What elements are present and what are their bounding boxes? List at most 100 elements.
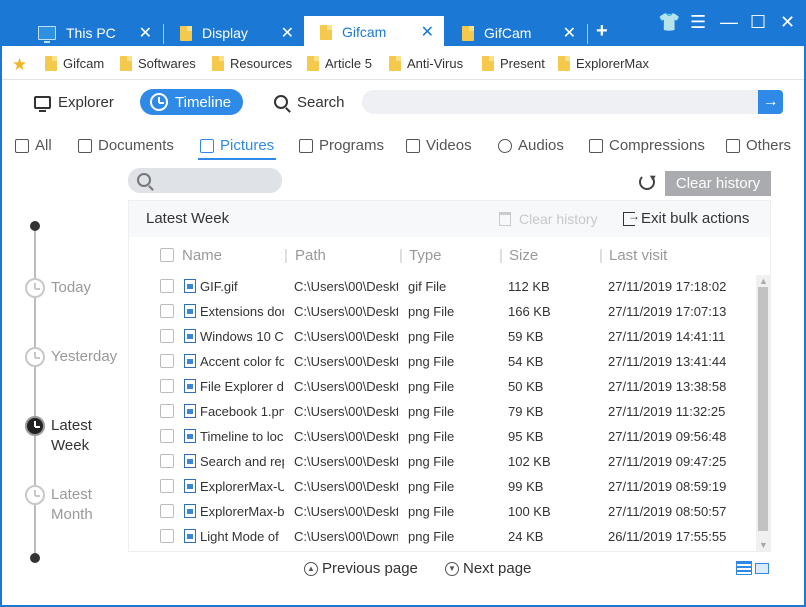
previous-page-button[interactable]: ▲ Previous page [304, 560, 418, 577]
tab-audios[interactable]: Audios [498, 137, 564, 154]
row-checkbox[interactable] [160, 479, 174, 493]
table-row[interactable]: Accent color for C:\Users\00\Desktop png F… [129, 348, 755, 373]
refresh-icon[interactable] [639, 174, 655, 190]
scroll-up-icon[interactable]: ▲ [759, 276, 768, 286]
cell-type: png File [408, 429, 455, 444]
cell-size: 95 KB [508, 429, 544, 444]
tab-programs[interactable]: Programs [299, 137, 384, 154]
search-input[interactable] [362, 90, 758, 114]
row-checkbox[interactable] [160, 529, 174, 543]
close-window-icon[interactable]: ✕ [780, 12, 795, 33]
scroll-thumb[interactable] [758, 287, 768, 531]
scroll-down-icon[interactable]: ▼ [759, 540, 768, 550]
timeline-label-yesterday[interactable]: Yesterday [51, 347, 121, 367]
cell-name: Accent color for [200, 354, 284, 369]
row-checkbox[interactable] [160, 429, 174, 443]
bookmark-anti-virus[interactable]: Anti-Virus [389, 56, 463, 71]
column-size[interactable]: Size [509, 247, 538, 264]
panel-clear-history-button[interactable]: Clear history [519, 211, 598, 227]
cell-last-visit: 26/11/2019 17:55:55 [608, 529, 727, 544]
table-row[interactable]: Search and replace C:\Users\00\Desktop png… [129, 448, 755, 473]
search-mode-button[interactable]: Search [274, 89, 345, 115]
clock-icon [150, 93, 168, 111]
menu-icon[interactable]: ☰ [690, 12, 706, 33]
timeline-label-latest-month[interactable]: Latest Month [51, 485, 121, 525]
timeline-node-today[interactable] [25, 278, 45, 298]
timeline-node-yesterday[interactable] [25, 347, 45, 367]
timeline-label-latest-week[interactable]: Latest Week [51, 416, 121, 456]
thumbnail-view-icon[interactable] [755, 563, 769, 574]
tab-others[interactable]: Others [726, 137, 791, 154]
timeline-mode-button[interactable]: Timeline [140, 89, 244, 115]
timeline-node-latest-week[interactable] [25, 416, 45, 436]
image-file-icon [184, 304, 196, 318]
exit-bulk-actions-button[interactable]: Exit bulk actions [641, 210, 749, 227]
next-page-button[interactable]: ▼ Next page [445, 560, 531, 577]
row-checkbox[interactable] [160, 454, 174, 468]
bookmark-softwares[interactable]: Softwares [120, 56, 196, 71]
select-all-checkbox[interactable] [160, 248, 174, 262]
table-row[interactable]: ExplorerMax-bulk C:\Users\00\Desktop png F… [129, 498, 755, 523]
table-row[interactable]: Light Mode of C:\Users\00\Downloads png Fi… [129, 523, 755, 548]
row-checkbox[interactable] [160, 354, 174, 368]
cell-name: ExplorerMax-UI [200, 479, 284, 494]
bookmark-resources[interactable]: Resources [212, 56, 292, 71]
filter-search-input[interactable] [128, 168, 282, 193]
shirt-icon[interactable]: 👕 [658, 12, 680, 33]
row-checkbox[interactable] [160, 404, 174, 418]
explorer-mode-button[interactable]: Explorer [34, 89, 114, 115]
bookmark-explorermax[interactable]: ExplorerMax [558, 56, 649, 71]
row-checkbox[interactable] [160, 379, 174, 393]
timeline-label-today[interactable]: Today [51, 278, 121, 298]
row-checkbox[interactable] [160, 304, 174, 318]
results-panel: Latest Week Clear history Exit bulk acti… [128, 200, 771, 552]
table-row[interactable]: ExplorerMax-UI C:\Users\00\Desktop png Fil… [129, 473, 755, 498]
column-divider: | [284, 247, 288, 264]
star-icon[interactable]: ★ [12, 55, 27, 75]
close-icon[interactable]: ✕ [563, 23, 576, 43]
close-icon[interactable]: ✕ [281, 23, 294, 43]
close-icon[interactable]: ✕ [421, 22, 434, 42]
tab-display[interactable]: Display ✕ [164, 18, 304, 48]
cell-last-visit: 27/11/2019 11:32:25 [608, 404, 726, 419]
bookmark-present[interactable]: Present [482, 56, 545, 71]
tab-documents[interactable]: Documents [78, 137, 174, 154]
bookmark-gifcam[interactable]: Gifcam [45, 56, 104, 71]
column-name[interactable]: Name [182, 247, 222, 264]
row-checkbox[interactable] [160, 279, 174, 293]
image-file-icon [184, 529, 196, 543]
panel-header: Latest Week Clear history Exit bulk acti… [129, 201, 770, 237]
table-row[interactable]: Extensions dont show C:\Users\00\Desktop p… [129, 298, 755, 323]
bookmark-label: Gifcam [63, 56, 105, 71]
clear-history-button[interactable]: Clear history [665, 171, 771, 196]
column-last-visit[interactable]: Last visit [609, 247, 667, 264]
column-type[interactable]: Type [409, 247, 442, 264]
scrollbar[interactable]: ▲ ▼ [756, 275, 770, 551]
tab-videos[interactable]: Videos [406, 137, 472, 154]
search-go-button[interactable]: → [758, 90, 783, 114]
tab-pictures[interactable]: Pictures [200, 137, 274, 154]
table-row[interactable]: GIF.gif C:\Users\00\Desktop gif File 112 KB… [129, 273, 755, 298]
tab-gifcam-active[interactable]: Gifcam ✕ [304, 16, 444, 48]
bookmark-label: Softwares [138, 56, 196, 71]
list-view-icon[interactable] [736, 561, 752, 575]
table-row[interactable]: File Explorer dark C:\Users\00\Desktop png… [129, 373, 755, 398]
bookmark-article-5[interactable]: Article 5 [307, 56, 372, 71]
tab-label: All [35, 137, 52, 154]
cell-name: Search and replace [200, 454, 284, 469]
close-icon[interactable]: ✕ [139, 23, 152, 43]
maximize-icon[interactable]: ☐ [750, 12, 766, 33]
add-tab-button[interactable]: + [596, 20, 608, 43]
table-row[interactable]: Timeline to locate C:\Users\00\Desktop png… [129, 423, 755, 448]
tab-this-pc[interactable]: This PC ✕ [22, 18, 162, 48]
row-checkbox[interactable] [160, 504, 174, 518]
table-row[interactable]: Facebook 1.png C:\Users\00\Desktop png Fil… [129, 398, 755, 423]
tab-gifcam-2[interactable]: GifCam ✕ [446, 18, 586, 48]
tab-all[interactable]: All [15, 137, 52, 154]
tab-compressions[interactable]: Compressions [589, 137, 705, 154]
row-checkbox[interactable] [160, 329, 174, 343]
timeline-node-latest-month[interactable] [25, 485, 45, 505]
table-row[interactable]: Windows 10 Crashing C:\Users\00\Desktop pn… [129, 323, 755, 348]
column-path[interactable]: Path [295, 247, 326, 264]
minimize-icon[interactable]: — [720, 12, 738, 33]
